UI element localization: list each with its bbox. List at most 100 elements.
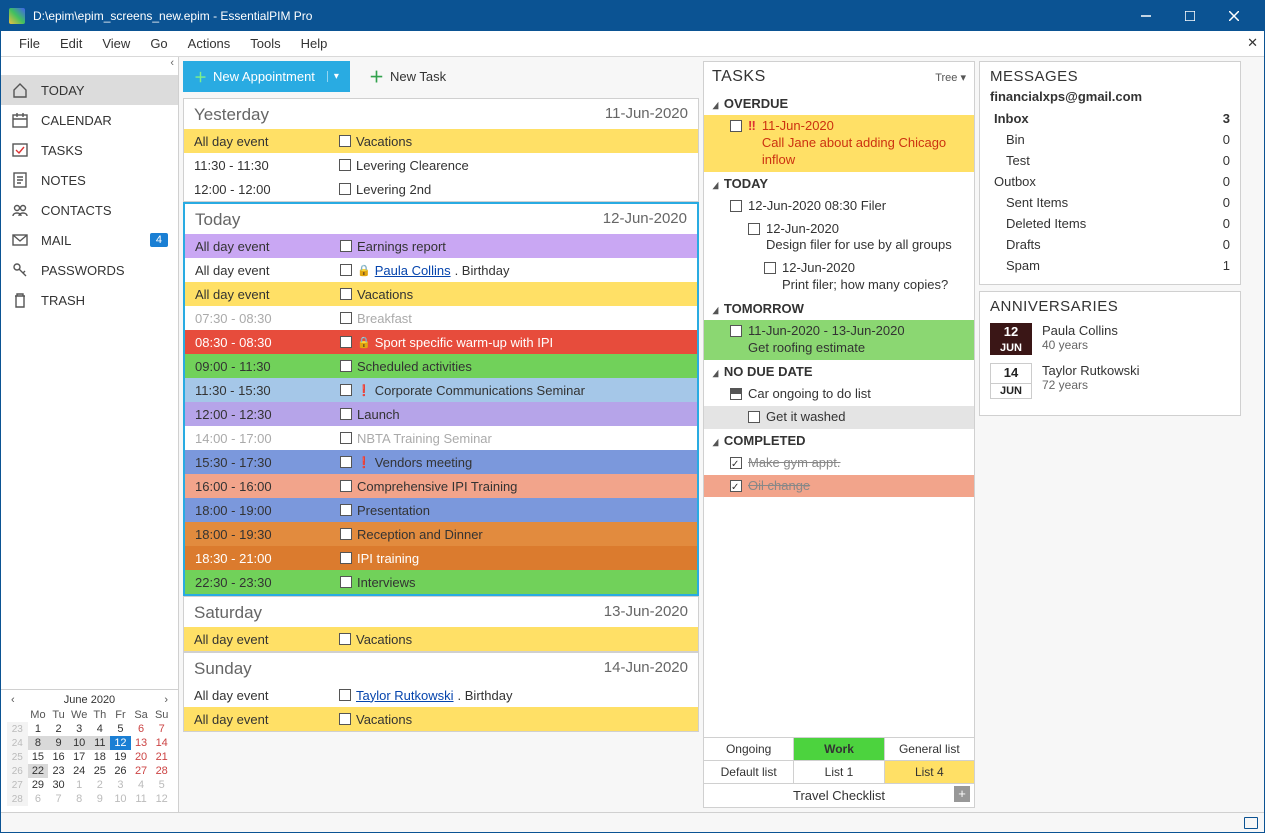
- event-checkbox[interactable]: [335, 240, 357, 252]
- task-row[interactable]: ‼ 11-Jun-2020Call Jane about adding Chic…: [704, 115, 974, 172]
- nav-contacts[interactable]: CONTACTS: [1, 195, 178, 225]
- mini-cal-day[interactable]: 18: [90, 750, 111, 764]
- mini-cal-day[interactable]: 17: [69, 750, 90, 764]
- mini-cal-day[interactable]: 8: [69, 792, 90, 806]
- nav-tasks[interactable]: TASKS: [1, 135, 178, 165]
- event-checkbox[interactable]: [334, 159, 356, 171]
- task-checkbox[interactable]: [730, 200, 742, 212]
- event-row[interactable]: 08:30 - 08:30🔒 Sport specific warm-up wi…: [185, 330, 697, 354]
- new-task-button[interactable]: ＋ New Task: [358, 61, 457, 92]
- mini-cal-day[interactable]: 11: [131, 792, 152, 806]
- mini-cal-day[interactable]: 27: [131, 764, 152, 778]
- task-tab[interactable]: General list: [884, 738, 974, 760]
- mini-cal-day[interactable]: 19: [110, 750, 131, 764]
- event-checkbox[interactable]: [334, 183, 356, 195]
- mini-cal-day[interactable]: 7: [48, 792, 69, 806]
- event-checkbox[interactable]: [335, 576, 357, 588]
- menu-tools[interactable]: Tools: [240, 32, 290, 55]
- event-checkbox[interactable]: [335, 552, 357, 564]
- mini-cal-day[interactable]: 30: [48, 778, 69, 792]
- mini-cal-day[interactable]: 21: [151, 750, 172, 764]
- dropdown-icon[interactable]: ▾: [327, 71, 339, 82]
- event-row[interactable]: 09:00 - 11:30Scheduled activities: [185, 354, 697, 378]
- mini-cal-day[interactable]: 12: [151, 792, 172, 806]
- task-tab[interactable]: Ongoing: [704, 738, 793, 760]
- event-row[interactable]: 14:00 - 17:00NBTA Training Seminar: [185, 426, 697, 450]
- mail-folder[interactable]: Sent Items0: [990, 192, 1230, 213]
- event-checkbox[interactable]: [335, 336, 357, 348]
- task-group-header[interactable]: TODAY: [704, 172, 974, 195]
- mail-folder[interactable]: Test0: [990, 150, 1230, 171]
- mini-cal-day[interactable]: 20: [131, 750, 152, 764]
- mini-cal-day[interactable]: 14: [151, 736, 172, 750]
- mail-folder[interactable]: Drafts0: [990, 234, 1230, 255]
- task-tab[interactable]: Work: [793, 738, 883, 760]
- event-checkbox[interactable]: [335, 408, 357, 420]
- event-row[interactable]: All day event🔒 Paula Collins. Birthday: [185, 258, 697, 282]
- mini-cal-day[interactable]: 9: [90, 792, 111, 806]
- task-group-header[interactable]: COMPLETED: [704, 429, 974, 452]
- event-checkbox[interactable]: [335, 456, 357, 468]
- menu-view[interactable]: View: [92, 32, 140, 55]
- event-checkbox[interactable]: [334, 135, 356, 147]
- task-group-header[interactable]: NO DUE DATE: [704, 360, 974, 383]
- tab-close-icon[interactable]: ✕: [1247, 35, 1258, 51]
- mini-cal-day[interactable]: 23: [48, 764, 69, 778]
- task-group-header[interactable]: OVERDUE: [704, 92, 974, 115]
- mail-folder[interactable]: Inbox3: [990, 108, 1230, 129]
- anniversary-row[interactable]: 14JUNTaylor Rutkowski72 years: [990, 363, 1230, 398]
- task-checkbox[interactable]: [730, 388, 742, 400]
- event-checkbox[interactable]: [335, 384, 357, 396]
- menu-edit[interactable]: Edit: [50, 32, 92, 55]
- event-row[interactable]: All day eventVacations: [184, 627, 698, 651]
- nav-trash[interactable]: TRASH: [1, 285, 178, 315]
- event-checkbox[interactable]: [335, 360, 357, 372]
- event-checkbox[interactable]: [335, 528, 357, 540]
- event-row[interactable]: 07:30 - 08:30Breakfast: [185, 306, 697, 330]
- mini-cal-day[interactable]: 2: [90, 778, 111, 792]
- task-group-header[interactable]: TOMORROW: [704, 297, 974, 320]
- messages-account[interactable]: financialxps@gmail.com: [990, 89, 1230, 104]
- add-list-button[interactable]: +: [954, 786, 970, 802]
- sidebar-collapse-icon[interactable]: ‹: [1, 57, 178, 75]
- mini-cal-day[interactable]: 10: [69, 736, 90, 750]
- mini-cal-day[interactable]: 9: [48, 736, 69, 750]
- next-month-button[interactable]: ›: [160, 694, 172, 706]
- mini-cal-day[interactable]: 3: [110, 778, 131, 792]
- mini-cal-day[interactable]: 7: [151, 722, 172, 736]
- mini-cal-day[interactable]: 6: [131, 722, 152, 736]
- nav-mail[interactable]: MAIL4: [1, 225, 178, 255]
- anniversary-row[interactable]: 12JUNPaula Collins40 years: [990, 323, 1230, 355]
- mini-cal-day[interactable]: 28: [151, 764, 172, 778]
- event-checkbox[interactable]: [335, 288, 357, 300]
- mini-cal-day[interactable]: 4: [90, 722, 111, 736]
- status-icon[interactable]: [1244, 817, 1258, 829]
- task-tab[interactable]: Default list: [704, 760, 793, 783]
- mini-cal-day[interactable]: 5: [110, 722, 131, 736]
- mini-cal-day[interactable]: 13: [131, 736, 152, 750]
- mini-cal-day[interactable]: 25: [90, 764, 111, 778]
- event-row[interactable]: All day eventVacations: [184, 129, 698, 153]
- task-checkbox[interactable]: [764, 262, 776, 274]
- event-row[interactable]: All day eventTaylor Rutkowski. Birthday: [184, 683, 698, 707]
- mini-cal-day[interactable]: 1: [69, 778, 90, 792]
- menu-actions[interactable]: Actions: [178, 32, 241, 55]
- mini-cal-day[interactable]: 15: [28, 750, 49, 764]
- task-checkbox[interactable]: [730, 457, 742, 469]
- event-checkbox[interactable]: [335, 480, 357, 492]
- event-row[interactable]: 22:30 - 23:30Interviews: [185, 570, 697, 594]
- task-checkbox[interactable]: [730, 480, 742, 492]
- task-row[interactable]: 12-Jun-2020Design filer for use by all g…: [704, 218, 974, 258]
- minimize-button[interactable]: [1124, 1, 1168, 31]
- task-row[interactable]: Make gym appt.: [704, 452, 974, 475]
- task-checkbox[interactable]: [748, 223, 760, 235]
- mini-cal-day[interactable]: 22: [28, 764, 49, 778]
- task-tab[interactable]: List 1: [793, 760, 883, 783]
- mini-cal-day[interactable]: 24: [69, 764, 90, 778]
- mail-folder[interactable]: Bin0: [990, 129, 1230, 150]
- task-tab[interactable]: List 4: [884, 760, 974, 783]
- event-row[interactable]: 18:30 - 21:00IPI training: [185, 546, 697, 570]
- task-checkbox[interactable]: [748, 411, 760, 423]
- mini-cal-day[interactable]: 3: [69, 722, 90, 736]
- task-row[interactable]: 12-Jun-2020 08:30 Filer: [704, 195, 974, 218]
